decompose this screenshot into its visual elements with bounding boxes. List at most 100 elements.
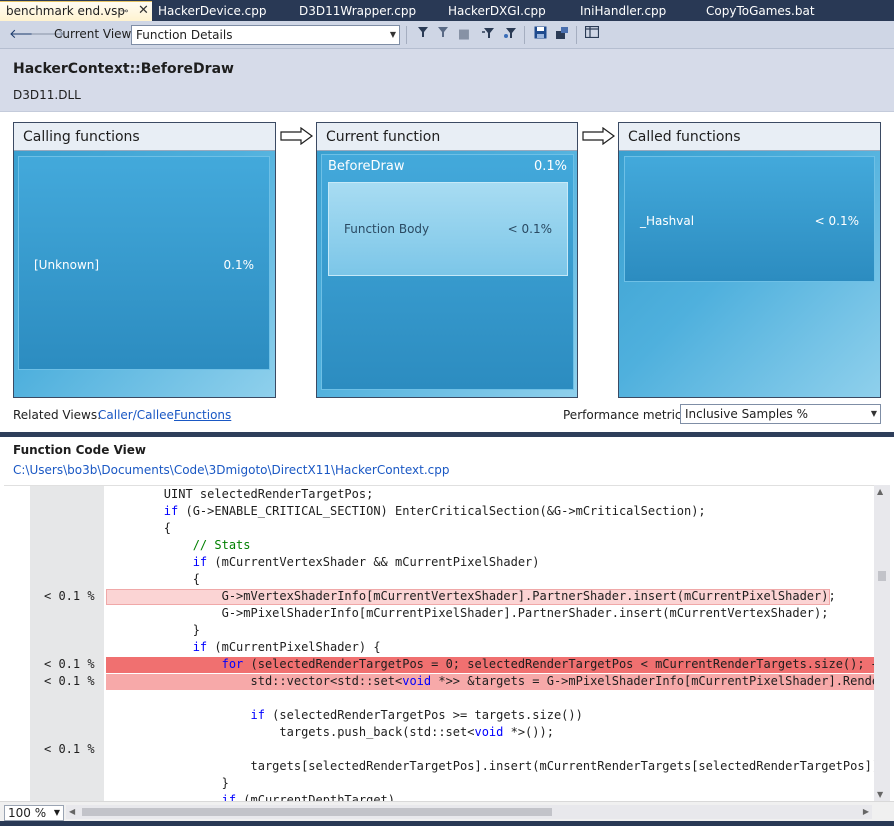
- line-metric: [44, 707, 99, 724]
- chevron-down-icon: ▼: [53, 808, 60, 817]
- called-functions-panel: Called functions _Hashval < 0.1%: [618, 122, 881, 398]
- toolbar: 🡐 🡒 Current View: Function Details ▼ ■: [0, 21, 894, 49]
- toolbar-separator: [524, 26, 525, 44]
- zoom-dropdown[interactable]: 100 % ▼: [4, 805, 64, 821]
- function-body-value: < 0.1%: [507, 222, 552, 236]
- code-line[interactable]: std::vector<std::set<void *>> &targets =…: [106, 673, 874, 690]
- caller-name: [Unknown]: [34, 258, 100, 272]
- line-metric: < 0.1 %: [44, 657, 95, 671]
- export-icon[interactable]: [553, 26, 571, 44]
- code-editor[interactable]: UINT selectedRenderTargetPos; if (G->ENA…: [4, 485, 874, 801]
- line-metric: < 0.1 %: [44, 674, 95, 688]
- current-view-value: Function Details: [136, 28, 233, 42]
- code-line[interactable]: {: [106, 520, 171, 537]
- called-functions-title: Called functions: [619, 123, 880, 151]
- line-metric: [44, 792, 99, 801]
- tab-hackerdevice[interactable]: HackerDevice.cpp: [158, 2, 267, 21]
- code-line[interactable]: for (selectedRenderTargetPos = 0; select…: [106, 656, 874, 673]
- code-line[interactable]: UINT selectedRenderTargetPos;: [106, 486, 374, 503]
- caller-tile-unknown[interactable]: [Unknown] 0.1%: [18, 156, 270, 370]
- code-line[interactable]: }: [106, 622, 200, 639]
- stop-icon[interactable]: ■: [455, 26, 473, 44]
- line-metric: [44, 571, 99, 588]
- tab-label: IniHandler.cpp: [580, 4, 667, 18]
- code-line[interactable]: if (selectedRenderTargetPos >= targets.s…: [106, 707, 583, 724]
- caller-callee-link[interactable]: Caller/Callee: [98, 408, 174, 422]
- line-metric: [44, 758, 99, 775]
- toolbar-separator: [406, 26, 407, 44]
- code-line[interactable]: if (G->ENABLE_CRITICAL_SECTION) EnterCri…: [106, 503, 706, 520]
- source-file-link[interactable]: C:\Users\bo3b\Documents\Code\3Dmigoto\Di…: [13, 463, 449, 477]
- tab-benchmark-end[interactable]: benchmark end.vsp ⊸ ✕: [0, 1, 152, 21]
- flow-arrow-icon: [280, 127, 314, 145]
- line-metric: [44, 503, 99, 520]
- callee-value: < 0.1%: [814, 214, 859, 228]
- line-metric: [44, 554, 99, 571]
- calling-functions-body: [Unknown] 0.1%: [14, 151, 275, 397]
- tab-label: D3D11Wrapper.cpp: [299, 4, 417, 18]
- code-view-footer: 100 % ▼ ◀ ▶: [0, 801, 894, 821]
- current-function-value: 0.1%: [533, 159, 567, 174]
- called-functions-body: _Hashval < 0.1%: [619, 151, 880, 397]
- performance-metric-value: Inclusive Samples %: [685, 407, 809, 421]
- back-arrow-icon[interactable]: 🡐: [9, 26, 44, 44]
- code-line[interactable]: G->mPixelShaderInfo[mCurrentPixelShader]…: [106, 605, 829, 622]
- forward-arrow-icon[interactable]: 🡒: [30, 26, 65, 44]
- current-view-label: Current View:: [54, 27, 135, 41]
- code-line[interactable]: if (mCurrentPixelShader) {: [106, 639, 381, 656]
- line-metric: [44, 639, 99, 656]
- current-function-tile[interactable]: BeforeDraw 0.1% Function Body < 0.1%: [321, 154, 574, 390]
- scroll-thumb[interactable]: [82, 808, 552, 816]
- calling-functions-title: Calling functions: [14, 123, 275, 151]
- function-flow-area: Calling functions [Unknown] 0.1% Current…: [0, 112, 894, 432]
- line-metric: < 0.1 %: [44, 742, 95, 756]
- code-view-title: Function Code View: [13, 443, 146, 457]
- code-line[interactable]: G->mVertexShaderInfo[mCurrentVertexShade…: [106, 588, 836, 605]
- save-icon[interactable]: [531, 26, 549, 44]
- function-code-view: Function Code View C:\Users\bo3b\Documen…: [0, 437, 894, 826]
- scroll-left-icon[interactable]: ◀: [69, 805, 75, 819]
- line-metric: [44, 605, 99, 622]
- functions-link[interactable]: Functions: [174, 408, 231, 422]
- code-line[interactable]: // Stats: [106, 537, 251, 554]
- tab-copytogames[interactable]: CopyToGames.bat: [706, 2, 815, 21]
- filter-icon[interactable]: [414, 26, 432, 44]
- filter-clear-icon[interactable]: [434, 26, 452, 44]
- code-line[interactable]: targets.push_back(std::set<void *>());: [106, 724, 554, 741]
- scroll-down-icon[interactable]: ▼: [877, 790, 883, 799]
- horizontal-scrollbar[interactable]: ◀ ▶: [66, 805, 872, 819]
- zoom-value: 100 %: [8, 806, 47, 820]
- chevron-down-icon: ▼: [870, 409, 877, 418]
- tab-inihandler[interactable]: IniHandler.cpp: [580, 2, 666, 21]
- code-line[interactable]: {: [106, 571, 200, 588]
- code-line[interactable]: if (mCurrentVertexShader && mCurrentPixe…: [106, 554, 540, 571]
- tab-hackerdxgi[interactable]: HackerDXGI.cpp: [448, 2, 546, 21]
- filter-tools-icon[interactable]: [501, 26, 519, 44]
- line-metric: [44, 724, 99, 741]
- current-function-title: Current function: [317, 123, 577, 151]
- line-metric: [44, 775, 99, 792]
- line-metric: [44, 520, 99, 537]
- line-metric: < 0.1 %: [44, 589, 95, 603]
- scroll-thumb[interactable]: [878, 571, 886, 581]
- scroll-up-icon[interactable]: ▲: [877, 487, 883, 496]
- close-icon[interactable]: ✕: [138, 1, 149, 20]
- callee-tile-hashval[interactable]: _Hashval < 0.1%: [624, 156, 875, 282]
- scroll-right-icon[interactable]: ▶: [863, 805, 869, 819]
- split-view-icon[interactable]: [583, 25, 601, 44]
- pin-icon[interactable]: ⊸: [120, 2, 128, 21]
- function-module: D3D11.DLL: [13, 88, 81, 102]
- code-line[interactable]: if (mCurrentDepthTarget): [106, 792, 395, 801]
- tab-d3d11wrapper[interactable]: D3D11Wrapper.cpp: [299, 2, 416, 21]
- current-view-dropdown[interactable]: Function Details ▼: [131, 25, 400, 45]
- function-body-label: Function Body: [344, 222, 430, 236]
- related-views-label: Related Views:: [13, 408, 102, 422]
- vertical-scrollbar[interactable]: ▲ ▼: [874, 485, 890, 801]
- line-metric: [44, 537, 99, 554]
- code-line[interactable]: targets[selectedRenderTargetPos].insert(…: [106, 758, 874, 775]
- function-body-tile[interactable]: Function Body < 0.1%: [328, 182, 568, 276]
- performance-metric-label: Performance metric:: [563, 408, 686, 422]
- filter-options-icon[interactable]: [479, 26, 497, 44]
- performance-metric-dropdown[interactable]: Inclusive Samples % ▼: [680, 404, 881, 424]
- code-line[interactable]: }: [106, 775, 229, 792]
